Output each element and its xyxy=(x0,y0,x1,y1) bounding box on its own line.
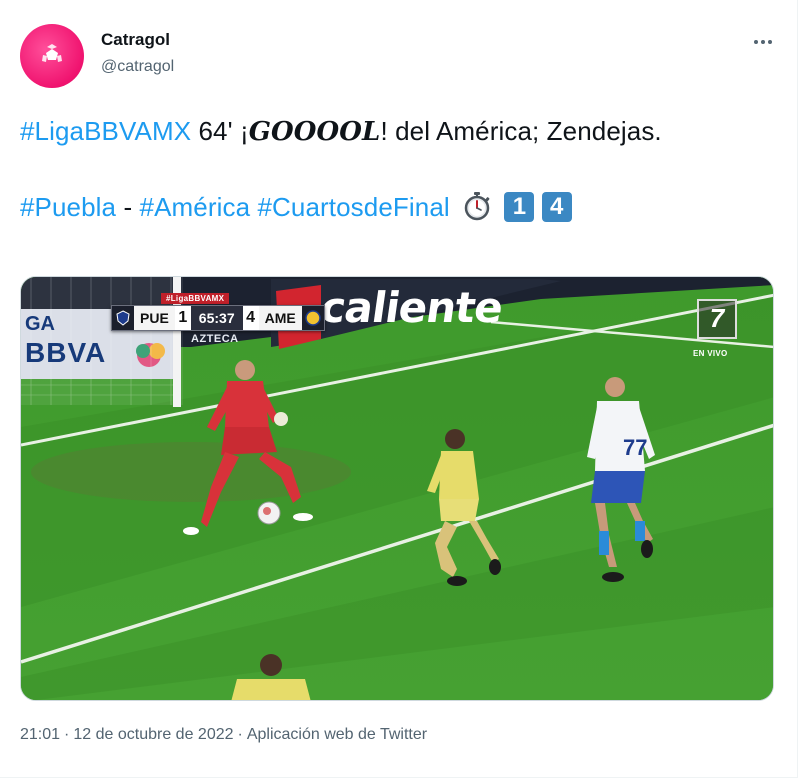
author-name[interactable]: Catragol xyxy=(101,30,170,50)
hashtag-america[interactable]: #América xyxy=(140,192,251,222)
more-horizontal-icon xyxy=(761,40,765,44)
tweet-time[interactable]: 21:01 xyxy=(20,726,60,743)
soccer-ball-icon xyxy=(42,44,62,62)
tweet-text: - xyxy=(116,192,140,222)
scoreboard-home-team: PUE xyxy=(134,306,175,330)
more-horizontal-icon xyxy=(768,40,772,44)
stopwatch-icon xyxy=(464,192,490,221)
separator: · xyxy=(64,726,70,743)
jersey-number: 77 xyxy=(623,435,648,460)
match-photo xyxy=(21,277,773,700)
goal-text: GOOOOL xyxy=(248,117,381,147)
more-horizontal-icon xyxy=(754,40,758,44)
stadium-ad-caliente: caliente xyxy=(317,283,506,332)
tweet-date[interactable]: 12 de octubre de 2022 xyxy=(73,726,233,743)
america-crest-icon xyxy=(302,307,324,329)
author-handle[interactable]: @catragol xyxy=(101,58,174,76)
scoreboard-away-score: 4 xyxy=(242,306,259,330)
puebla-crest-icon xyxy=(112,307,134,329)
hashtag-puebla[interactable]: #Puebla xyxy=(20,192,116,222)
stadium-ad-azteca: AZTECA xyxy=(191,333,239,345)
keycap-digit: 1 xyxy=(504,192,535,222)
scoreboard-league-label: #LigaBBVAMX xyxy=(161,293,230,304)
tweet-card: Catragol @catragol #LigaBBVAMX 64' ¡GOOO… xyxy=(0,0,798,778)
scoreboard-away-team: AME xyxy=(258,306,302,330)
hashtag-cuartosdefinal[interactable]: #CuartosdeFinal xyxy=(257,192,449,222)
stadium-ad-bbva: BBVA xyxy=(25,337,107,368)
broadcaster-live-label: EN VIVO xyxy=(693,349,728,358)
tweet-metadata: 21:01 · 12 de octubre de 2022 · Aplicación w… xyxy=(20,726,427,744)
scoreboard-clock: 65:37 xyxy=(190,306,243,330)
separator: · xyxy=(237,726,243,743)
tweet-text: ! del América; Zendejas. xyxy=(380,116,662,146)
tweet-text-line-1: #LigaBBVAMX 64' ¡GOOOOL! del América; Ze… xyxy=(20,116,662,147)
more-options-button[interactable] xyxy=(748,30,778,54)
avatar[interactable] xyxy=(20,24,84,88)
tweet-media-image[interactable]: GA BBVA caliente AZTECA #LigaBBVAMX PUE … xyxy=(20,276,774,701)
tweet-text: 64' ¡ xyxy=(191,116,249,146)
scoreboard: PUE 1 65:37 4 AME xyxy=(111,305,325,331)
stadium-ad-ga: GA xyxy=(25,313,55,335)
tweet-text-line-2: #Puebla - #América #CuartosdeFinal 1 4 xyxy=(20,190,572,223)
broadcaster-logo: 7 xyxy=(697,299,737,339)
hashtag-ligabbvamx[interactable]: #LigaBBVAMX xyxy=(20,116,191,146)
tweet-source[interactable]: Aplicación web de Twitter xyxy=(247,726,427,743)
scoreboard-home-score: 1 xyxy=(174,306,191,330)
keycap-digit: 4 xyxy=(541,192,572,222)
